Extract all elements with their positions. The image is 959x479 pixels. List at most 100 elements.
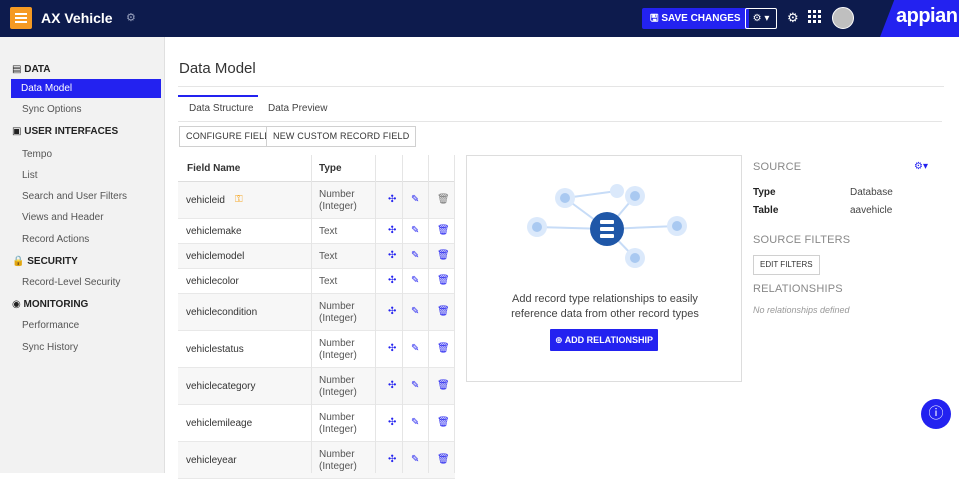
trash-icon[interactable]: 🗑 (437, 275, 450, 286)
pencil-icon[interactable]: ✎ (411, 343, 419, 354)
field-name-cell: vehicleyear (186, 455, 237, 466)
field-type-cell: Number (Integer) (319, 301, 357, 325)
gear-icon: ⚙ (752, 13, 762, 24)
trash-icon[interactable]: 🗑 (437, 454, 450, 465)
sidebar-item-record-actions[interactable]: Record Actions (12, 230, 160, 249)
field-name-cell: vehiclemileage (186, 418, 253, 429)
field-type-line: (Integer) (319, 387, 357, 398)
sidebar-item-sync-options[interactable]: Sync Options (12, 100, 160, 119)
database-icon: ▤ (12, 64, 22, 75)
pencil-icon[interactable]: ✎ (411, 380, 419, 391)
table-row: vehiclemake Text ✣ ✎ 🗑 (178, 219, 455, 244)
field-type-cell: Number (Integer) (319, 449, 357, 473)
relationships-empty-text: No relationships defined (753, 305, 850, 315)
column-divider (402, 155, 403, 473)
sidebar-section-security: 🔒 SECURITY (12, 256, 78, 267)
column-divider (428, 155, 429, 473)
field-type-line: (Integer) (319, 350, 357, 361)
field-name-cell: vehiclemake (186, 226, 242, 237)
table-row: vehicleid ⚿ Number (Integer) ✣ ✎ 🗑 (178, 182, 455, 219)
sidebar-item-record-level-security[interactable]: Record-Level Security (12, 273, 160, 292)
table-row: vehicleyear Number (Integer) ✣ ✎ 🗑 (178, 442, 455, 479)
field-type-cell: Number (Integer) (319, 375, 357, 399)
pencil-icon[interactable]: ✎ (411, 194, 419, 205)
settings-button[interactable]: ⚙ ▾ (745, 8, 777, 29)
app-title: AX Vehicle (41, 10, 113, 26)
table-label: Table (753, 205, 779, 216)
gear-icon[interactable]: ⚙ (126, 11, 136, 24)
field-name-cell: vehiclecondition (186, 307, 258, 318)
page-title: Data Model (179, 60, 256, 77)
relationship-icon[interactable]: ✣ (388, 275, 396, 286)
grid-icon[interactable] (808, 10, 821, 26)
trash-icon[interactable]: 🗑 (437, 306, 450, 317)
interface-icon: ▣ (12, 126, 22, 137)
table-row: vehiclecondition Number (Integer) ✣ ✎ 🗑 (178, 294, 455, 331)
relationship-icon[interactable]: ✣ (388, 250, 396, 261)
pencil-icon[interactable]: ✎ (411, 417, 419, 428)
help-icon: ⓘ (928, 405, 944, 422)
caret-down-icon: ▾ (922, 161, 928, 172)
add-relationship-button[interactable]: ⊕ ADD RELATIONSHIP (550, 329, 658, 351)
sidebar-section-user-interfaces: ▣ USER INTERFACES (12, 126, 119, 137)
trash-icon[interactable]: 🗑 (437, 417, 450, 428)
field-type-cell: Text (319, 251, 338, 262)
source-settings-button[interactable]: ⚙▾ (914, 161, 928, 172)
sidebar-section-monitoring: ◉ MONITORING (12, 299, 89, 310)
relationship-icon[interactable]: ✣ (388, 417, 396, 428)
divider (178, 86, 944, 87)
table-row: vehiclestatus Number (Integer) ✣ ✎ 🗑 (178, 331, 455, 368)
field-type-line: Number (319, 189, 355, 200)
table-row: vehiclecategory Number (Integer) ✣ ✎ 🗑 (178, 368, 455, 405)
relationships-help-text: Add record type relationships to easily (512, 293, 698, 305)
relationships-panel: Add record type relationships to easily … (466, 155, 742, 382)
table-row: vehiclecolor Text ✣ ✎ 🗑 (178, 269, 455, 294)
sidebar-item-list[interactable]: List (12, 166, 160, 185)
pencil-icon[interactable]: ✎ (411, 454, 419, 465)
trash-icon[interactable]: 🗑 (437, 225, 450, 236)
sidebar-item-search-filters[interactable]: Search and User Filters (12, 187, 160, 206)
relationship-icon[interactable]: ✣ (388, 225, 396, 236)
relationships-heading: RELATIONSHIPS (753, 283, 843, 295)
sidebar-item-sync-history[interactable]: Sync History (12, 338, 160, 357)
sidebar-item-performance[interactable]: Performance (12, 316, 160, 335)
avatar[interactable] (832, 7, 854, 29)
pencil-icon[interactable]: ✎ (411, 275, 419, 286)
relationship-icon[interactable]: ✣ (388, 343, 396, 354)
save-icon: 🖫 (650, 13, 659, 24)
relationship-icon[interactable]: ✣ (388, 194, 396, 205)
tools-icon[interactable]: ⚙ (787, 10, 799, 26)
column-divider (311, 155, 312, 473)
field-type-line: Number (319, 301, 355, 312)
sidebar-item-views-header[interactable]: Views and Header (12, 208, 160, 227)
edit-filters-button[interactable]: EDIT FILTERS (753, 255, 820, 275)
pencil-icon[interactable]: ✎ (411, 250, 419, 261)
field-name-cell: vehiclemodel (186, 251, 245, 262)
gear-icon: ⚙ (914, 161, 923, 172)
sidebar-item-data-model[interactable]: Data Model (11, 79, 161, 98)
new-custom-record-field-button[interactable]: NEW CUSTOM RECORD FIELD (266, 126, 417, 147)
save-changes-button[interactable]: 🖫 SAVE CHANGES (642, 8, 749, 29)
plus-circle-icon: ⊕ (554, 335, 563, 345)
trash-icon[interactable]: 🗑 (437, 194, 450, 205)
trash-icon[interactable]: 🗑 (437, 250, 450, 261)
relationship-icon[interactable]: ✣ (388, 380, 396, 391)
field-type-line: (Integer) (319, 424, 357, 435)
field-type-line: (Integer) (319, 313, 357, 324)
pencil-icon[interactable]: ✎ (411, 225, 419, 236)
column-header-field-name: Field Name (187, 163, 241, 174)
tab-data-preview[interactable]: Data Preview (268, 103, 327, 114)
field-type-cell: Number (Integer) (319, 189, 357, 213)
field-type-cell: Number (Integer) (319, 338, 357, 362)
sidebar-item-tempo[interactable]: Tempo (12, 145, 160, 164)
help-button[interactable]: ⓘ (921, 399, 951, 429)
tab-data-structure[interactable]: Data Structure (189, 103, 253, 114)
trash-icon[interactable]: 🗑 (437, 343, 450, 354)
trash-icon[interactable]: 🗑 (437, 380, 450, 391)
relationship-icon[interactable]: ✣ (388, 454, 396, 465)
field-name-cell: vehicleid (186, 195, 225, 206)
table-row: vehiclemodel Text ✣ ✎ 🗑 (178, 244, 455, 269)
key-icon: ⚿ (235, 194, 243, 205)
pencil-icon[interactable]: ✎ (411, 306, 419, 317)
relationship-icon[interactable]: ✣ (388, 306, 396, 317)
